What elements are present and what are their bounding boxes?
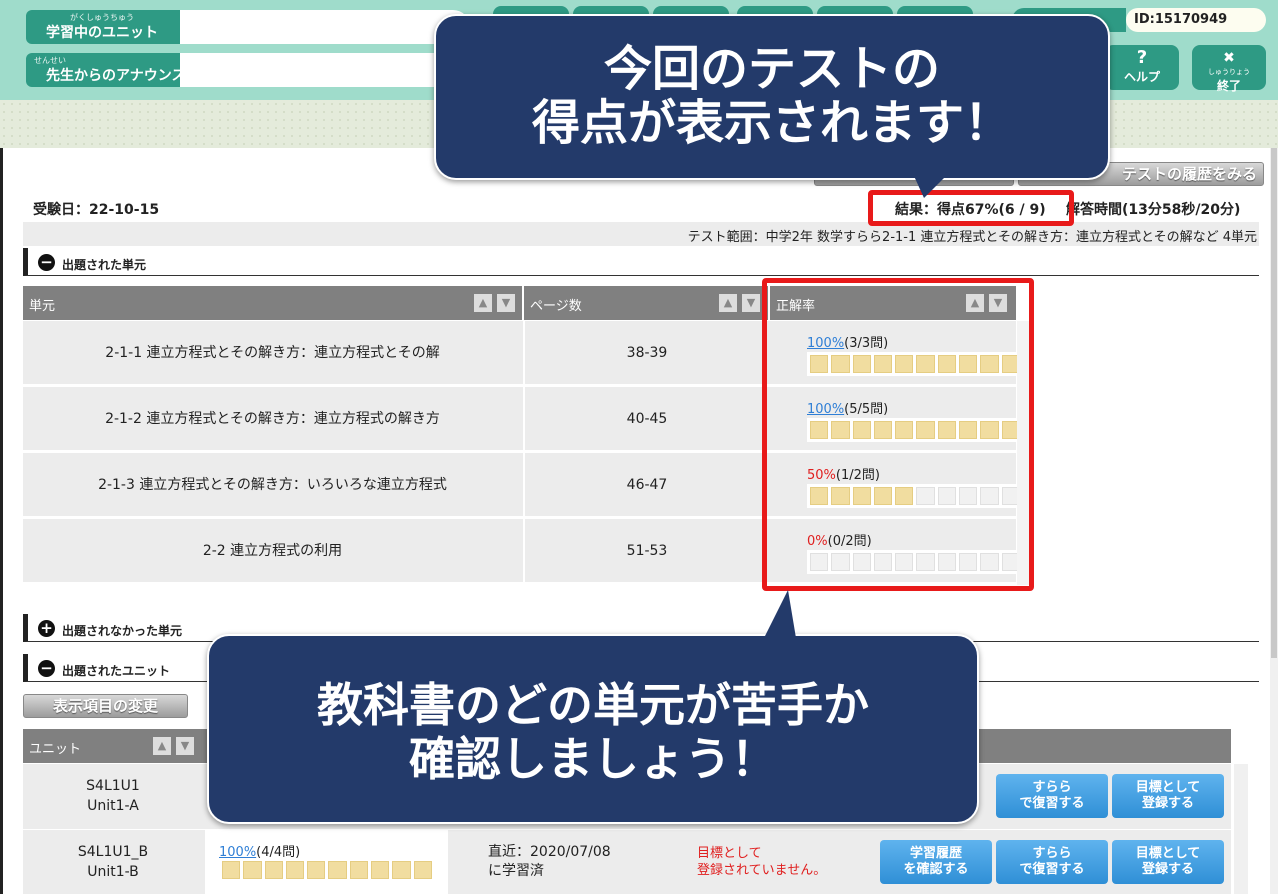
collapse-icon: − <box>38 254 55 271</box>
unit-name: Unit1-A <box>87 798 139 814</box>
review-button[interactable]: すらら で復習する <box>996 840 1108 884</box>
rate-bar-segment <box>349 861 369 879</box>
column-header-unit[interactable]: 単元 ▲ ▼ <box>23 286 522 320</box>
studying-unit-field[interactable] <box>180 10 470 44</box>
announce-label: せんせい 先生からのアナウンス <box>26 53 185 87</box>
unit-code: S4L1U1_B <box>77 844 149 860</box>
page-range: 46-47 <box>523 453 769 518</box>
answer-time: 解答時間(13分58秒/20分) <box>1066 202 1241 218</box>
exit-button[interactable]: ✖ しゅうりょう 終了 <box>1192 45 1266 93</box>
unit-name: 2-1-3 連立方程式とその解き方：いろいろな連立方程式 <box>98 477 447 493</box>
weak-unit-callout: 教科書のどの単元が苦手か 確認しましょう！ <box>207 634 979 824</box>
recent-study: 直近：2020/07/08 に学習済 <box>488 844 611 879</box>
rate-bar-segment <box>371 861 390 879</box>
page-range: 38-39 <box>523 321 769 386</box>
page-range: 51-53 <box>523 519 769 584</box>
sort-down-icon[interactable]: ▼ <box>176 737 194 755</box>
close-icon: ✖ <box>1223 50 1235 66</box>
sort-down-icon[interactable]: ▼ <box>497 294 515 312</box>
rate-bar-segment <box>243 861 262 879</box>
user-id: ID:15170949 <box>1126 8 1266 32</box>
announce-field[interactable] <box>180 53 470 87</box>
page-range: 40-45 <box>523 387 769 452</box>
sort-up-icon[interactable]: ▲ <box>719 294 737 312</box>
rate-highlight <box>762 278 1034 591</box>
rate-bar-segment <box>392 861 411 879</box>
rate-bar <box>219 858 435 882</box>
register-goal-button[interactable]: 目標として 登録する <box>1112 774 1224 818</box>
column-header-pages[interactable]: ページ数 ▲ ▼ <box>524 286 768 320</box>
page-scrollbar[interactable] <box>1270 148 1278 894</box>
collapse-icon: − <box>38 660 55 677</box>
exam-date: 受験日：22-10-15 <box>33 202 160 218</box>
unit-name: 2-2 連立方程式の利用 <box>202 543 343 559</box>
score-callout-pointer <box>914 176 946 198</box>
rate-bar-segment <box>285 861 305 879</box>
expand-icon: + <box>38 620 55 637</box>
unit-name: Unit1-B <box>87 864 139 880</box>
rate-bar-segment <box>413 861 432 879</box>
sort-up-icon[interactable]: ▲ <box>474 294 492 312</box>
scrollbar-thumb[interactable] <box>1271 148 1277 658</box>
unit-name: 2-1-1 連立方程式とその解き方：連立方程式とその解 <box>105 345 440 361</box>
section-asked-units[interactable]: − 出題された単元 <box>23 248 1259 276</box>
test-range: テスト範囲：中学2年 数学すらら2-1-1 連立方程式とその解き方：連立方程式と… <box>23 222 1259 246</box>
unit-set-row: S4L1U1_B Unit1-B 100%(4/4問) 直近：2020/07/0… <box>23 830 1231 894</box>
display-change-button[interactable]: 表示項目の変更 <box>23 694 188 718</box>
study-history-button[interactable]: 学習履歴 を確認する <box>880 840 992 884</box>
unit-set-scrollbar[interactable] <box>1234 764 1248 894</box>
studying-unit-label: がくしゅうちゅう 学習中のユニット <box>26 10 180 44</box>
score-highlight <box>868 190 1074 226</box>
question-icon: ? <box>1136 47 1148 68</box>
sort-up-icon[interactable]: ▲ <box>153 737 171 755</box>
register-goal-button[interactable]: 目標として 登録する <box>1112 840 1224 884</box>
rate-bar-segment <box>328 861 347 879</box>
rate-bar-segment <box>264 861 283 879</box>
unit-name: 2-1-2 連立方程式とその解き方：連立方程式の解き方 <box>105 411 440 427</box>
rate-bar-segment <box>222 861 241 879</box>
rate-bar-segment <box>307 861 326 879</box>
review-button[interactable]: すらら で復習する <box>996 774 1108 818</box>
weak-unit-callout-pointer <box>764 590 796 638</box>
goal-status: 目標として 登録されていません。 <box>697 846 827 878</box>
sort-down-icon[interactable]: ▼ <box>742 294 760 312</box>
score-callout: 今回のテストの 得点が表示されます！ <box>434 14 1110 180</box>
unit-code: S4L1U1 <box>86 778 140 794</box>
help-button[interactable]: ? ヘルプ <box>1105 45 1179 90</box>
